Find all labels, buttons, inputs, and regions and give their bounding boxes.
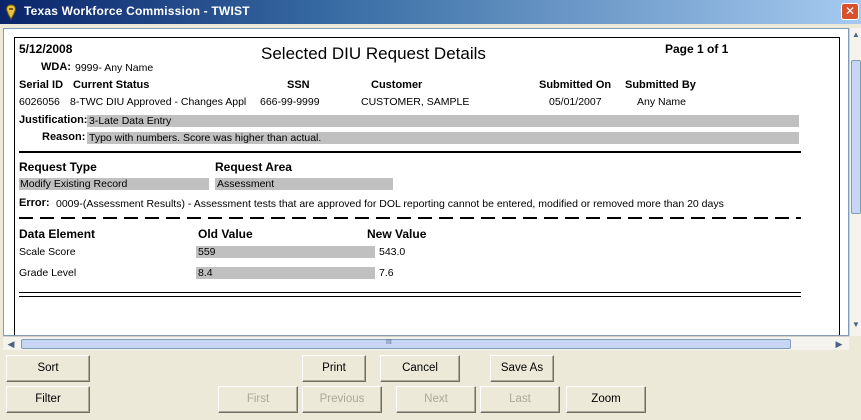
request-type-label: Request Type bbox=[19, 160, 97, 174]
reason-label: Reason: bbox=[42, 131, 86, 143]
print-button[interactable]: Print bbox=[302, 355, 366, 382]
data-row-old: 8.4 bbox=[198, 267, 213, 279]
justification-value: 3-Late Data Entry bbox=[89, 115, 172, 127]
justification-label: Justification: bbox=[19, 114, 88, 126]
previous-button[interactable]: Previous bbox=[302, 386, 382, 413]
horizontal-scroll-thumb[interactable] bbox=[21, 339, 791, 349]
page-indicator: Page 1 of 1 bbox=[665, 42, 729, 56]
col-data-element: Data Element bbox=[19, 227, 96, 241]
vertical-scroll-thumb[interactable] bbox=[851, 60, 861, 214]
scroll-grip: III bbox=[386, 339, 392, 346]
report-viewport: 5/12/2008 Selected DIU Request Details P… bbox=[3, 28, 849, 336]
col-submitted-by: Submitted By bbox=[625, 79, 696, 91]
wda-value: 9999- Any Name bbox=[75, 62, 154, 74]
col-old-value: Old Value bbox=[198, 227, 253, 241]
row-serial-id: 6026056 bbox=[19, 96, 60, 108]
horizontal-scrollbar[interactable]: ◀ III ▶ bbox=[3, 336, 849, 350]
justification-field bbox=[87, 115, 799, 127]
col-customer: Customer bbox=[371, 79, 423, 91]
scroll-left-icon[interactable]: ◀ bbox=[4, 337, 18, 351]
col-ssn: SSN bbox=[287, 79, 310, 91]
section-divider bbox=[19, 151, 801, 153]
filter-button[interactable]: Filter bbox=[6, 386, 90, 413]
row-submitted-by: Any Name bbox=[637, 96, 687, 108]
dashed-divider bbox=[19, 217, 801, 219]
request-area-label: Request Area bbox=[215, 160, 292, 174]
row-customer: CUSTOMER, SAMPLE bbox=[361, 96, 470, 108]
old-value-field bbox=[196, 246, 375, 258]
last-button[interactable]: Last bbox=[480, 386, 560, 413]
request-area-value: Assessment bbox=[217, 178, 275, 190]
zoom-button[interactable]: Zoom bbox=[566, 386, 646, 413]
scroll-down-icon[interactable]: ▼ bbox=[850, 320, 861, 332]
data-row-element: Scale Score bbox=[19, 246, 76, 258]
sort-button[interactable]: Sort bbox=[6, 355, 90, 382]
row-ssn: 666-99-9999 bbox=[260, 96, 320, 108]
close-button[interactable]: ✕ bbox=[841, 3, 859, 20]
footer-rule-bottom bbox=[19, 296, 801, 297]
report-date: 5/12/2008 bbox=[19, 42, 73, 56]
error-label: Error: bbox=[19, 197, 50, 209]
report-page: 5/12/2008 Selected DIU Request Details P… bbox=[14, 37, 840, 335]
wda-label: WDA: bbox=[41, 61, 71, 73]
old-value-field bbox=[196, 267, 375, 279]
scroll-up-icon[interactable]: ▲ bbox=[850, 30, 861, 42]
request-type-value: Modify Existing Record bbox=[20, 178, 128, 190]
window-title: Texas Workforce Commission - TWIST bbox=[24, 4, 250, 18]
cancel-button[interactable]: Cancel bbox=[380, 355, 460, 382]
app-icon bbox=[6, 4, 16, 20]
scroll-right-icon[interactable]: ▶ bbox=[832, 337, 846, 351]
col-current-status: Current Status bbox=[73, 79, 150, 91]
col-submitted-on: Submitted On bbox=[539, 79, 612, 91]
error-value: 0009-(Assessment Results) - Assessment t… bbox=[56, 198, 724, 210]
reason-value: Typo with numbers. Score was higher than… bbox=[89, 132, 322, 144]
row-submitted-on: 05/01/2007 bbox=[549, 96, 602, 108]
footer-rule-top bbox=[19, 292, 801, 293]
report-title: Selected DIU Request Details bbox=[261, 44, 486, 63]
next-button[interactable]: Next bbox=[396, 386, 476, 413]
title-bar[interactable]: Texas Workforce Commission - TWIST ✕ bbox=[0, 0, 861, 24]
vertical-scrollbar[interactable]: ▲ ▼ bbox=[849, 28, 861, 336]
col-new-value: New Value bbox=[367, 227, 427, 241]
data-row-element: Grade Level bbox=[19, 267, 77, 279]
data-row-old: 559 bbox=[198, 246, 216, 258]
data-row-new: 7.6 bbox=[379, 267, 394, 279]
col-serial-id: Serial ID bbox=[19, 79, 64, 91]
data-row-new: 543.0 bbox=[379, 246, 406, 258]
app-window: Texas Workforce Commission - TWIST ✕ 5/1… bbox=[0, 0, 861, 420]
button-bar: Sort Print Cancel Save As Filter First P… bbox=[0, 350, 861, 420]
first-button[interactable]: First bbox=[218, 386, 298, 413]
save-as-button[interactable]: Save As bbox=[490, 355, 554, 382]
row-current-status: 8-TWC DIU Approved - Changes Appl bbox=[70, 96, 247, 108]
